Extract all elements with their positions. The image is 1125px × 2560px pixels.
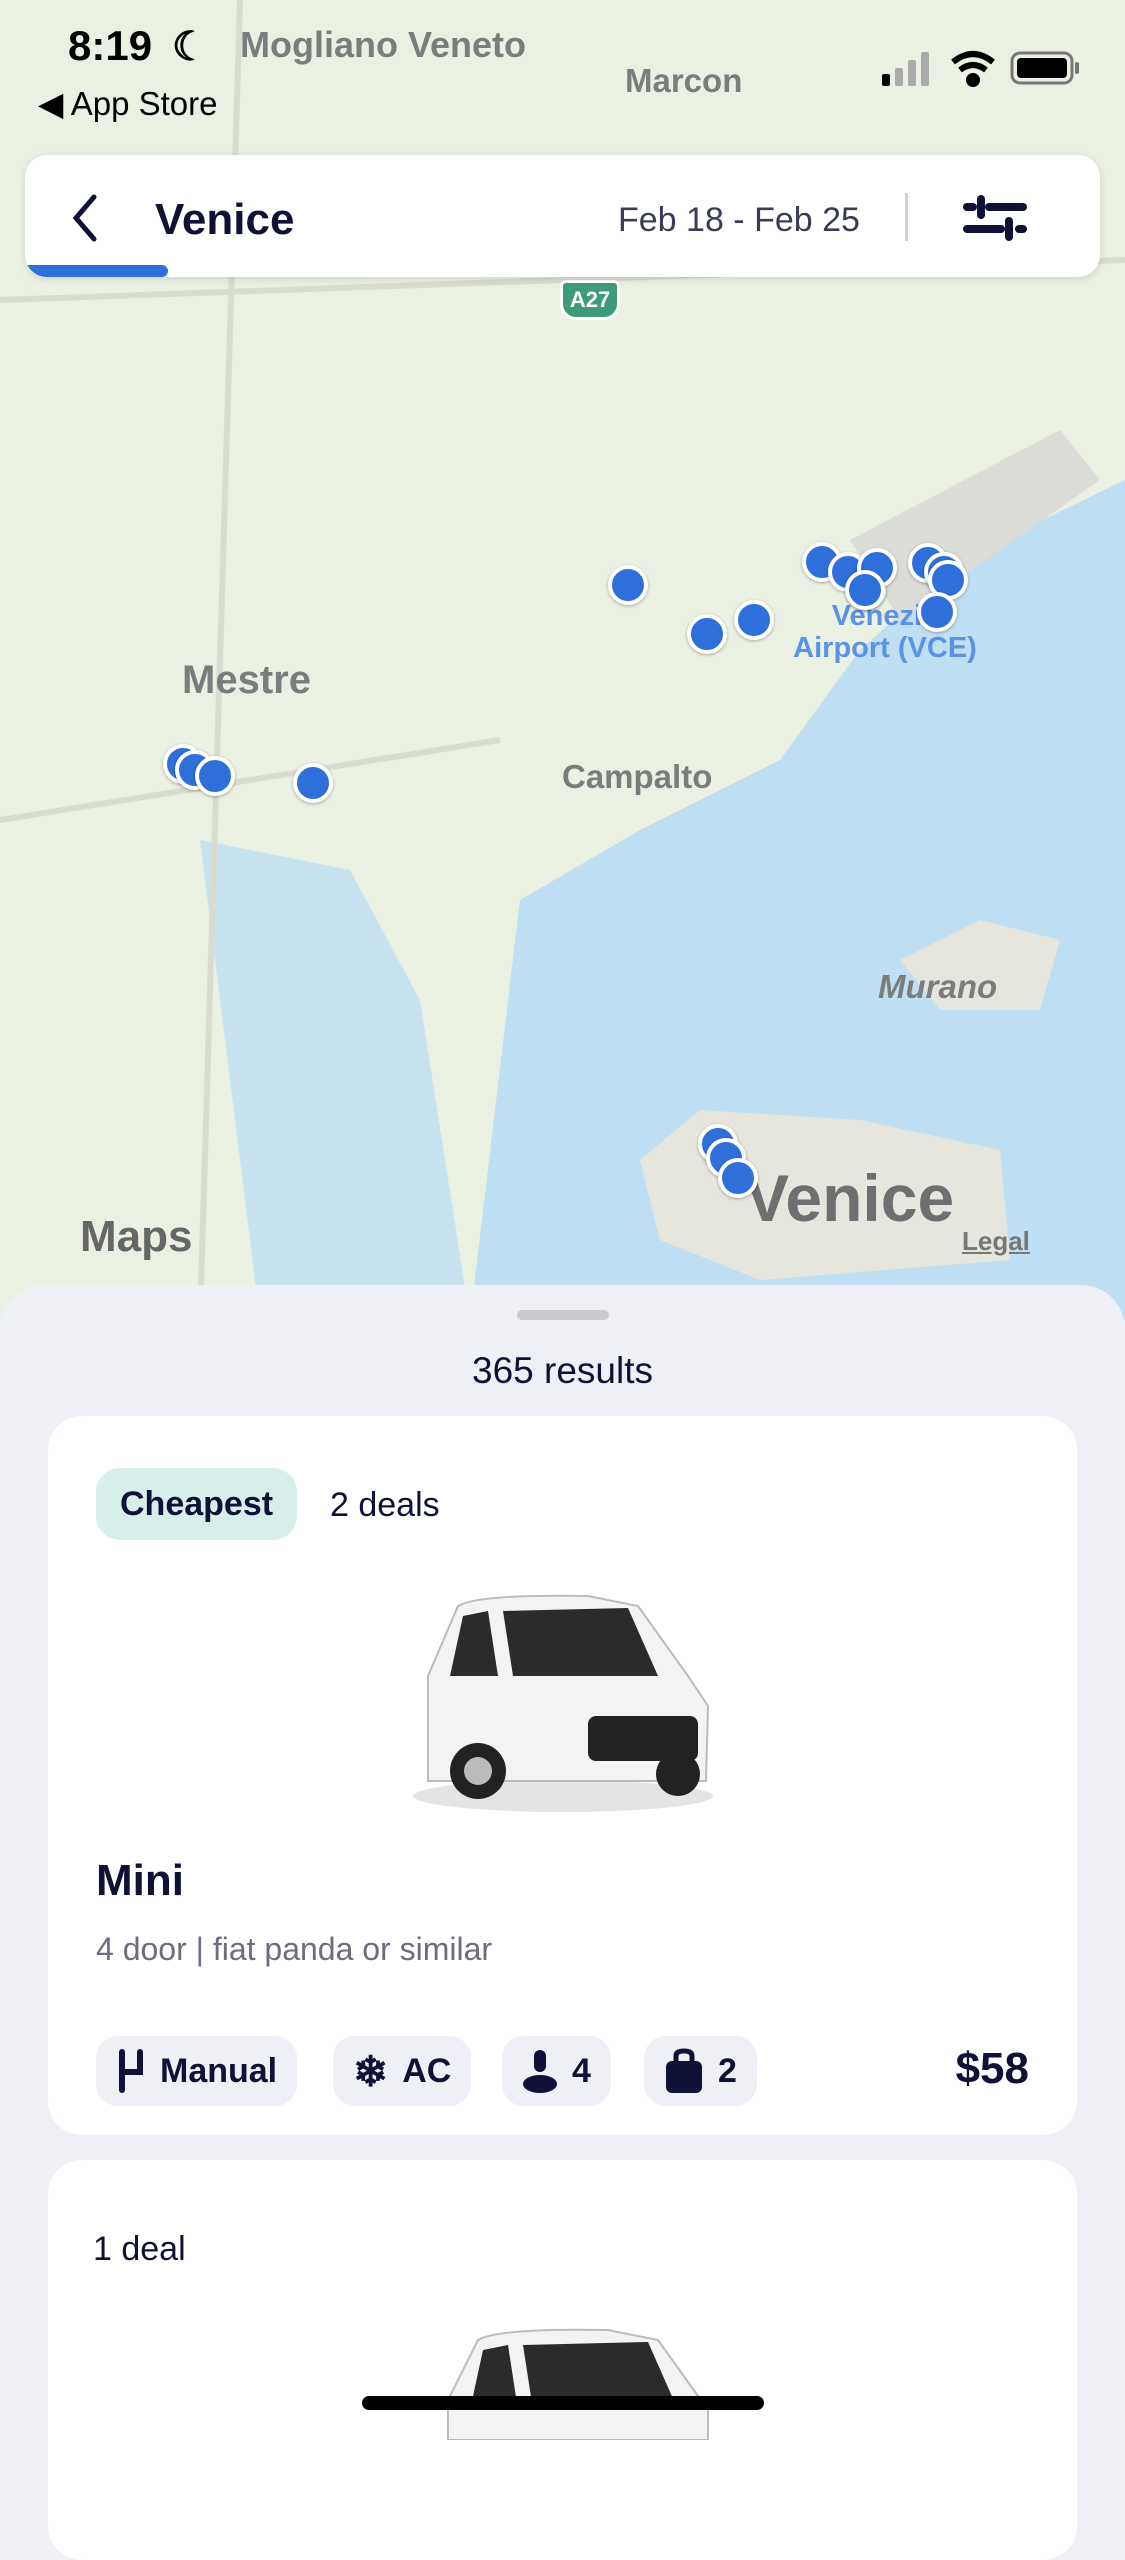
loading-progress-bar: [25, 265, 168, 277]
map-marker[interactable]: [608, 565, 648, 605]
back-to-app-link[interactable]: ◀ App Store: [38, 84, 218, 123]
highway-shield: A27: [560, 280, 620, 320]
gear-shift-icon: [119, 2049, 143, 2093]
car-image: [413, 1594, 713, 1812]
map-marker[interactable]: [734, 600, 774, 640]
bag-icon: [666, 2048, 702, 2093]
car-description: 4 door | fiat panda or similar: [96, 1931, 493, 1967]
bags-chip: 2: [644, 2036, 757, 2106]
wifi-icon: [951, 51, 995, 87]
car-card[interactable]: 1 deal: [48, 2160, 1077, 2560]
cheapest-badge: Cheapest: [96, 1468, 298, 1540]
results-sheet[interactable]: 365 results Cheapest 2 deals Mini 4 door…: [0, 1285, 1125, 2560]
location-title[interactable]: Venice: [155, 195, 294, 245]
map-marker[interactable]: [718, 1158, 758, 1198]
chevron-left-icon[interactable]: [70, 193, 100, 243]
back-app-label: App Store: [70, 85, 218, 122]
map-marker[interactable]: [917, 592, 957, 632]
snowflake-icon: ❄: [353, 2047, 389, 2095]
seats-chip: 4: [502, 2036, 611, 2106]
car-category: Mini: [96, 1856, 184, 1905]
sliders-icon[interactable]: [963, 195, 1029, 241]
map-marker[interactable]: [195, 756, 235, 796]
car-image: [447, 2328, 709, 2440]
date-range[interactable]: Feb 18 - Feb 25: [618, 201, 860, 240]
ac-label: AC: [402, 2051, 452, 2090]
map-label: Campalto: [562, 758, 713, 795]
map-marker[interactable]: [293, 763, 333, 803]
map-marker[interactable]: [687, 614, 727, 654]
map-label: Venice: [745, 1161, 955, 1235]
transmission-label: Manual: [160, 2051, 278, 2090]
apple-maps-logo: Maps: [80, 1212, 193, 1261]
map-label: Mestre: [182, 658, 311, 702]
moon-icon: ☾: [172, 25, 208, 69]
bags-count: 2: [718, 2051, 737, 2090]
results-count: 365 results: [472, 1350, 653, 1391]
person-icon: [523, 2050, 557, 2093]
map-label: Mogliano Veneto: [240, 24, 527, 65]
battery-icon: [1010, 51, 1079, 85]
ac-chip: ❄ AC: [333, 2036, 472, 2106]
signal-icon: [882, 52, 929, 86]
map-marker[interactable]: [845, 570, 885, 610]
sheet-grabber[interactable]: [517, 1310, 609, 1320]
divider: [905, 193, 908, 241]
status-icons: [882, 51, 1079, 87]
transmission-chip: Manual: [96, 2036, 298, 2106]
seats-count: 4: [572, 2051, 591, 2090]
home-indicator: [362, 2396, 764, 2410]
car-card[interactable]: Cheapest 2 deals Mini 4 door | fiat pand…: [48, 1416, 1077, 2135]
deals-count: 2 deals: [330, 1486, 440, 1524]
deals-count: 1 deal: [93, 2230, 186, 2268]
status-time: 8:19: [68, 22, 153, 69]
legal-link[interactable]: Legal: [962, 1226, 1030, 1257]
map-label: Murano: [878, 968, 998, 1005]
search-header: Venice Feb 18 - Feb 25: [25, 155, 1100, 277]
car-price: $58: [955, 2044, 1029, 2093]
map-label: Marcon: [625, 62, 743, 99]
